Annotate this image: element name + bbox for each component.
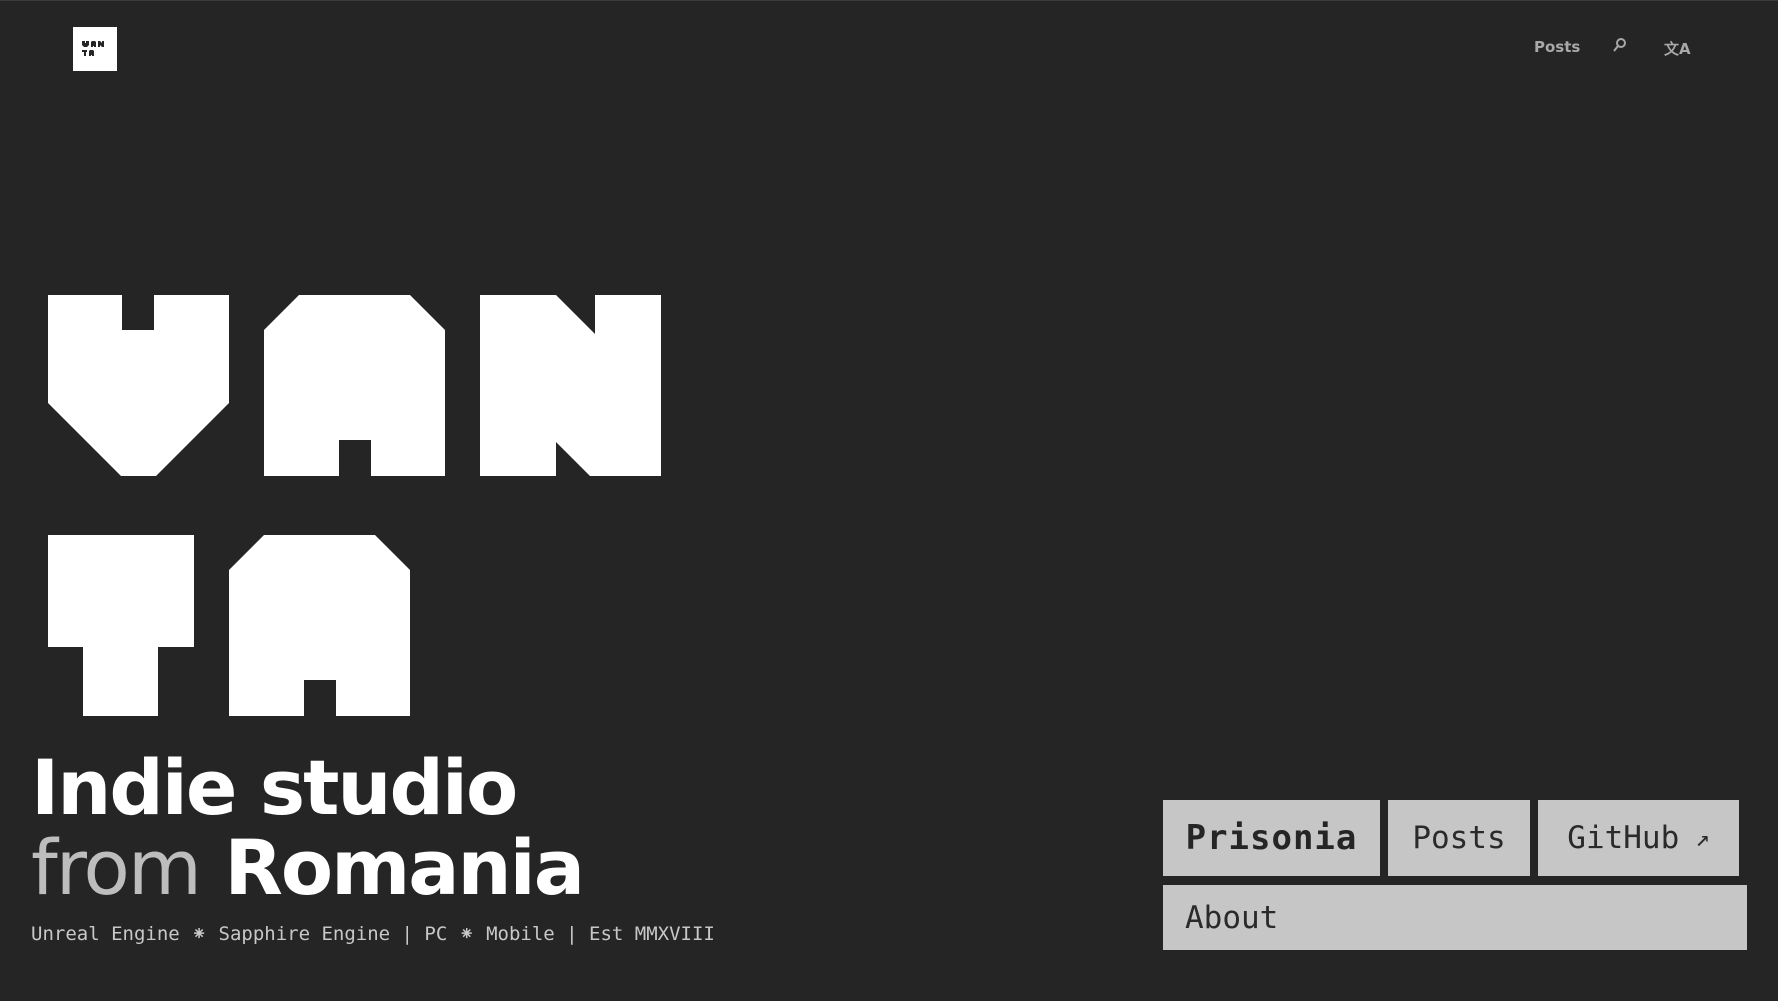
letter-t-shape bbox=[48, 535, 194, 716]
letter-v-shape bbox=[48, 295, 229, 476]
language-switcher[interactable]: 文A bbox=[1664, 38, 1691, 60]
posts-label: Posts bbox=[1412, 820, 1506, 856]
home-logo[interactable] bbox=[73, 27, 117, 71]
hero-headline: Indie studio from Romania bbox=[31, 743, 585, 908]
hero-tagline: Unreal Engine ⁕ Sapphire Engine | PC ⁕ M… bbox=[31, 923, 715, 945]
nav-posts-link[interactable]: Posts bbox=[1534, 38, 1580, 60]
vanta-wordmark-graphic bbox=[48, 295, 661, 716]
headline-line-2: from Romania bbox=[31, 828, 585, 908]
headline-from: from bbox=[31, 823, 202, 912]
vanta-wordmark bbox=[48, 295, 668, 721]
top-border bbox=[0, 0, 1778, 1]
letter-n-shape bbox=[480, 295, 661, 476]
about-label: About bbox=[1185, 899, 1279, 936]
github-label: GitHub bbox=[1567, 820, 1680, 856]
prisonia-button[interactable]: Prisonia bbox=[1163, 800, 1380, 876]
vanta-logo-icon bbox=[82, 41, 104, 56]
posts-button[interactable]: Posts bbox=[1388, 800, 1530, 876]
external-link-icon: ↗ bbox=[1695, 824, 1710, 852]
headline-line-1: Indie studio bbox=[31, 743, 518, 832]
letter-a2-shape bbox=[229, 535, 410, 716]
search-button[interactable] bbox=[1612, 37, 1628, 59]
letter-a-shape bbox=[264, 295, 445, 476]
prisonia-label: Prisonia bbox=[1185, 818, 1358, 858]
headline-place: Romania bbox=[224, 823, 585, 912]
about-button[interactable]: About bbox=[1163, 885, 1747, 950]
search-icon bbox=[1613, 38, 1626, 52]
github-button[interactable]: GitHub ↗ bbox=[1538, 800, 1739, 876]
